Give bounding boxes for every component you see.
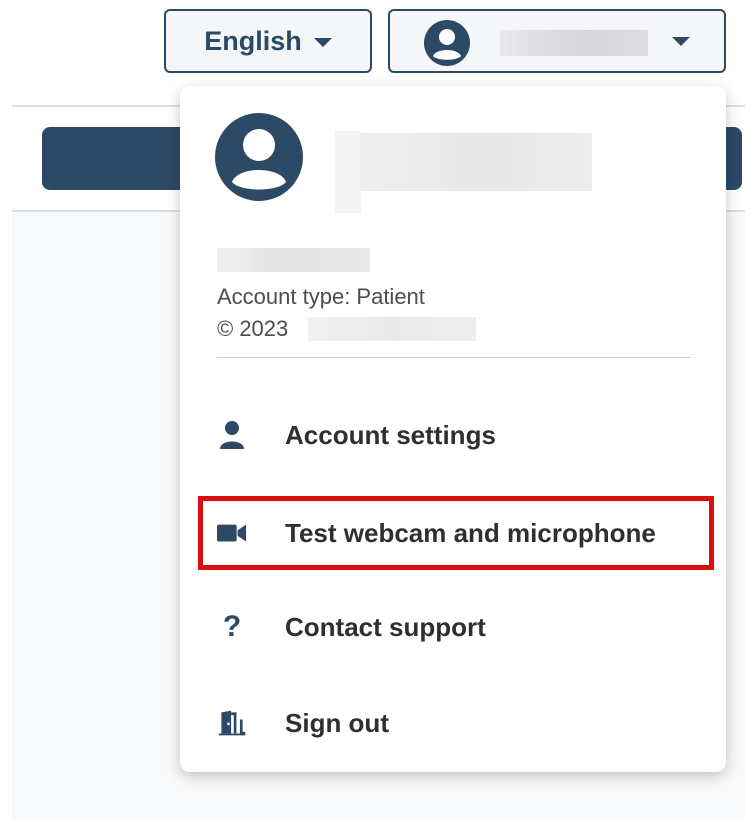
user-menu-button[interactable]: [388, 9, 726, 73]
account-type-text: Account type: Patient: [217, 284, 425, 309]
menu-item-label: Test webcam and microphone: [285, 517, 656, 548]
user-dropdown-menu: Account type: Patient © 2023 Account set…: [180, 86, 726, 772]
language-label: English: [204, 25, 302, 56]
account-settings-menu-item[interactable]: Account settings: [200, 400, 710, 470]
contact-support-menu-item[interactable]: ? Contact support: [200, 592, 710, 662]
sign-out-menu-item[interactable]: Sign out: [200, 688, 710, 758]
video-camera-icon: [217, 518, 247, 548]
user-name-redacted: [500, 30, 648, 56]
user-circle-icon: [215, 113, 303, 206]
copyright-owner-redacted: [308, 317, 476, 341]
menu-item-label: Sign out: [285, 707, 389, 738]
profile-email-redacted: [217, 248, 370, 272]
door-exit-icon: [217, 708, 247, 738]
chevron-down-icon: [313, 38, 332, 47]
menu-divider: [217, 357, 691, 358]
chevron-down-icon: [672, 37, 690, 46]
menu-item-label: Contact support: [285, 611, 486, 642]
app-page: English Account type: Patient © 2023 Acc…: [0, 0, 745, 821]
user-circle-icon: [424, 20, 470, 71]
copyright-text: © 2023: [217, 316, 289, 341]
menu-item-label: Account settings: [285, 419, 496, 450]
language-selector-button[interactable]: English: [164, 9, 372, 73]
redacted-block: [335, 131, 361, 213]
question-icon: ?: [222, 610, 242, 643]
test-webcam-menu-item[interactable]: Test webcam and microphone: [198, 496, 714, 570]
user-icon: [217, 420, 247, 450]
profile-name-redacted: [360, 133, 592, 191]
